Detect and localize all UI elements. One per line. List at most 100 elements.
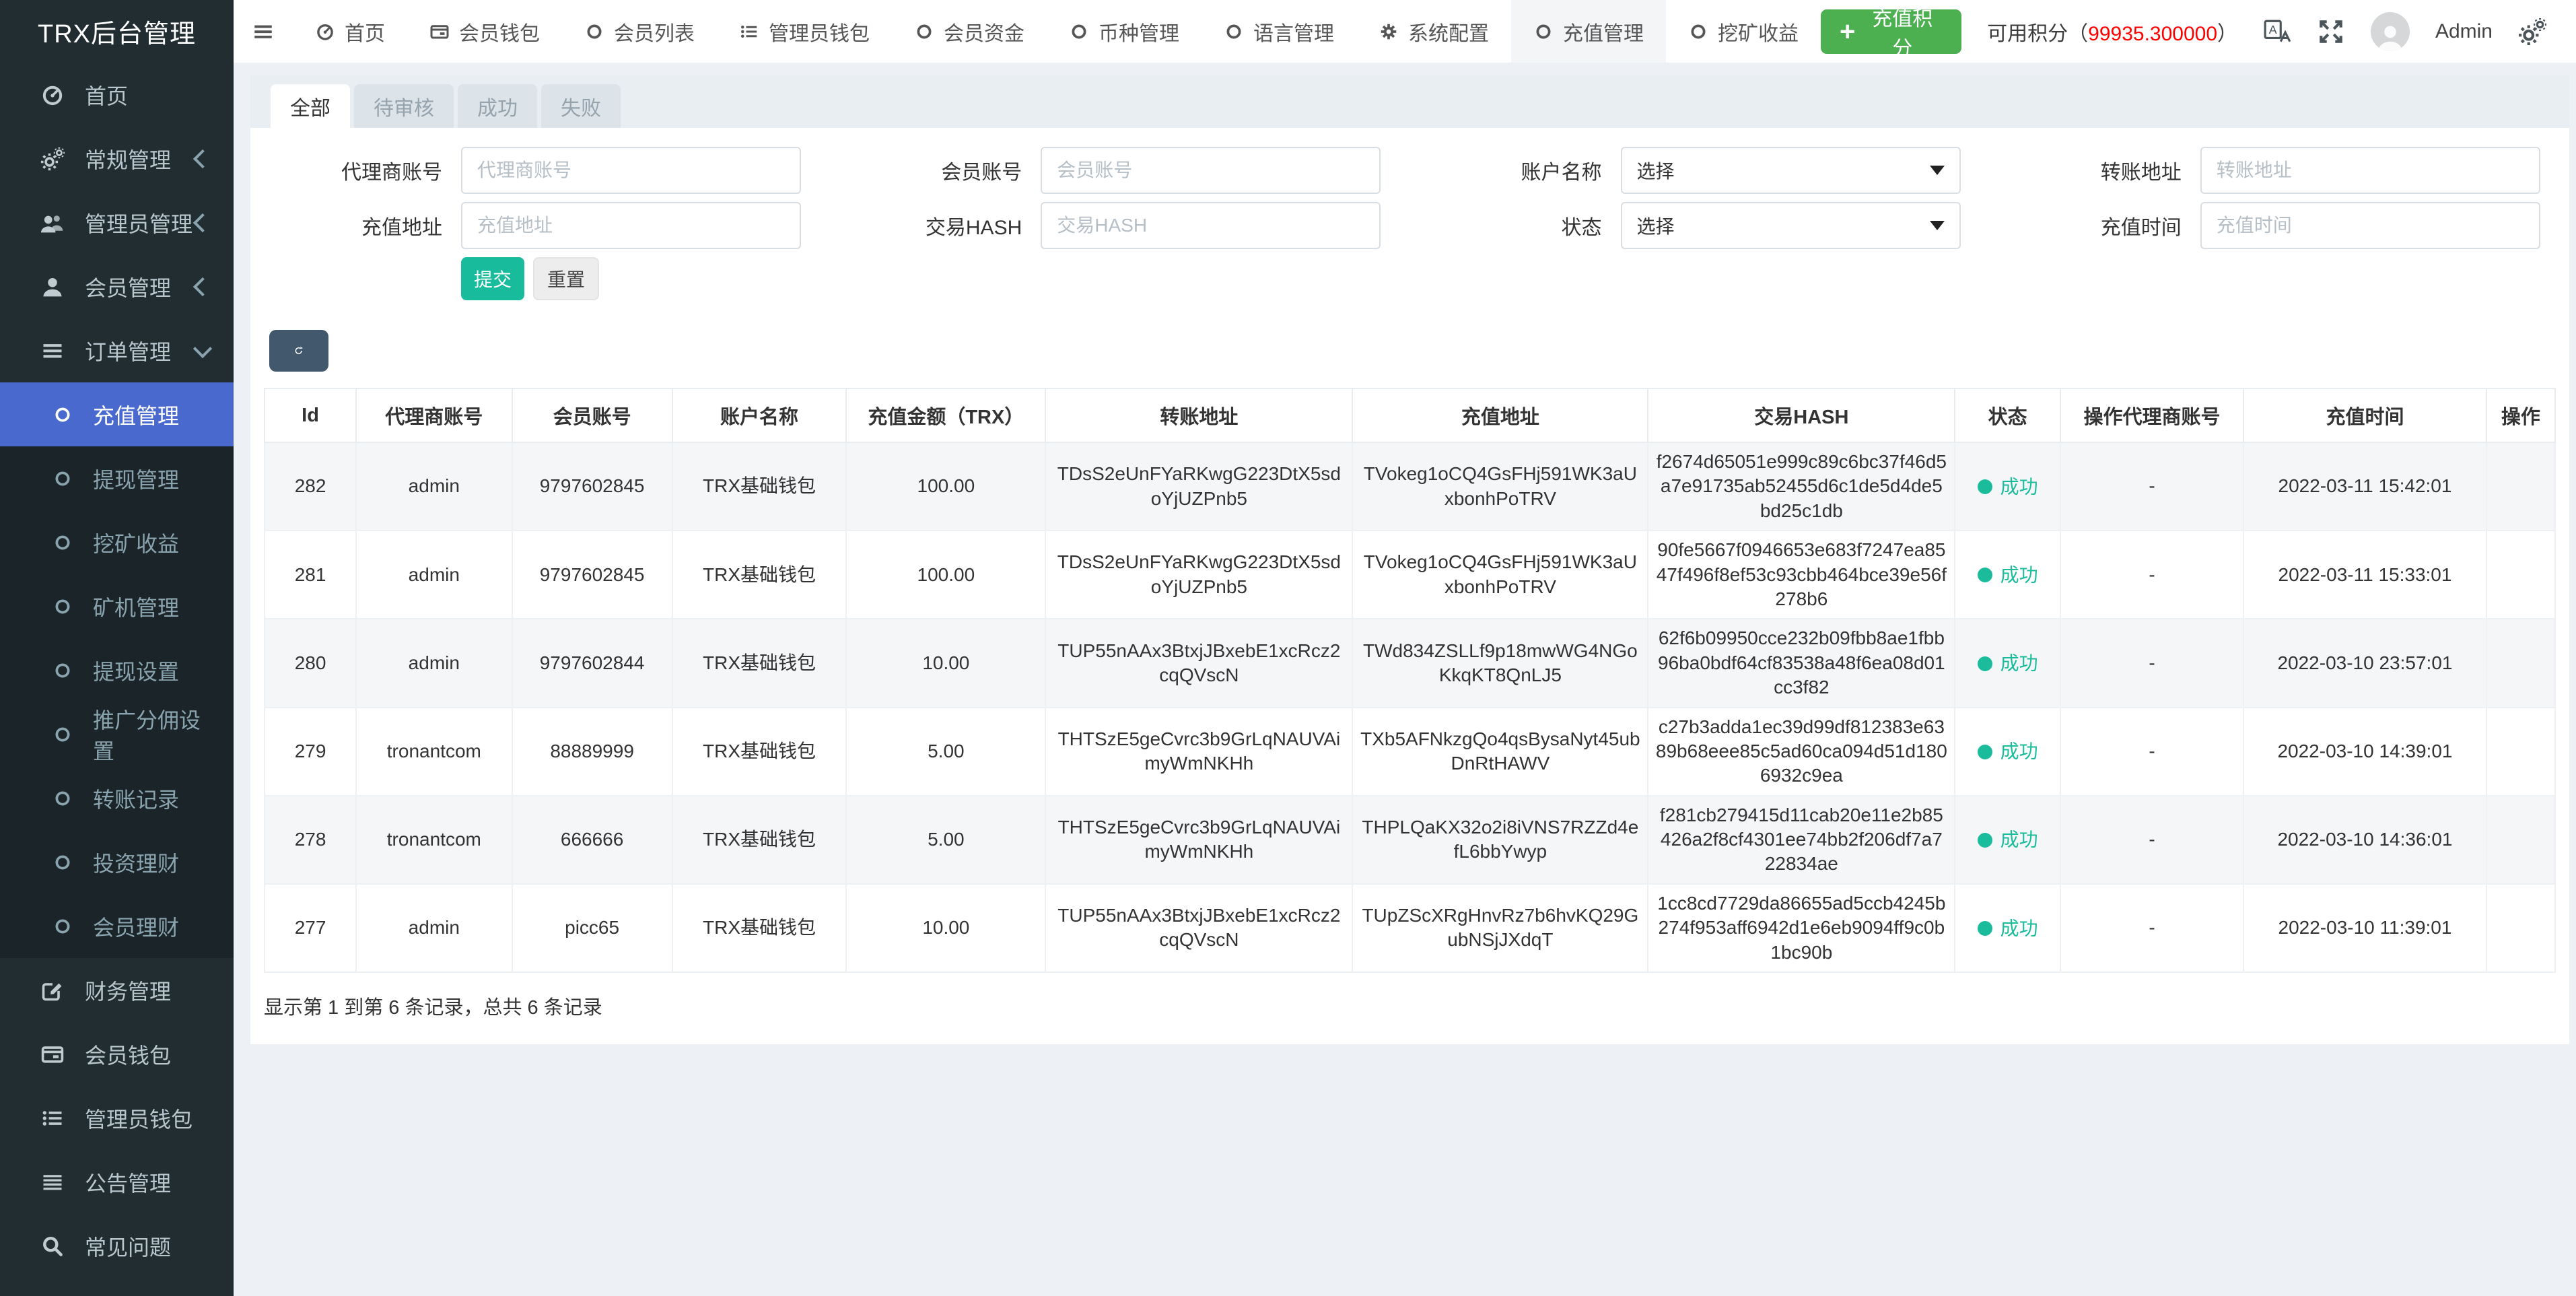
- sidebar-subitem[interactable]: 挖矿收益: [0, 510, 234, 574]
- sidebar-item-label: 管理员钱包: [85, 1103, 209, 1134]
- sidebar-subitem-label: 提现管理: [93, 463, 179, 494]
- topnav-item-label: 会员列表: [614, 17, 695, 46]
- refresh-icon: [294, 346, 303, 355]
- sidebar-subitem[interactable]: 转账记录: [0, 766, 234, 830]
- member-account-input[interactable]: [1041, 147, 1381, 194]
- sidebar-item[interactable]: 常见问题: [0, 1214, 234, 1278]
- topbar-right: + 充值积分 可用积分（99935.300000） A Admin: [1821, 9, 2576, 54]
- sidebar-subitem-label: 充值管理: [93, 399, 179, 430]
- topnav-item[interactable]: 会员资金: [892, 0, 1047, 63]
- sidebar-item[interactable]: 会员管理: [0, 254, 234, 318]
- language-icon[interactable]: A: [2263, 18, 2291, 46]
- tab-0[interactable]: 全部: [271, 84, 350, 128]
- sidebar-item[interactable]: 常规管理: [0, 127, 234, 191]
- cell-account: TRX基础钱包: [672, 531, 847, 619]
- cell-hash: 90fe5667f0946653e683f7247ea8547f496f8ef5…: [1648, 531, 1955, 619]
- filter-group-recharge-time: 充值时间: [1990, 202, 2569, 249]
- cell-agent: admin: [356, 442, 512, 531]
- tx-hash-input[interactable]: [1041, 202, 1381, 249]
- filter-group-agent: 代理商账号: [250, 147, 830, 194]
- topnav-item[interactable]: 会员列表: [562, 0, 717, 63]
- status-badge: 成功: [2000, 829, 2038, 850]
- points-value: 99935.300000: [2088, 23, 2217, 45]
- sidebar-subitem[interactable]: 矿机管理: [0, 574, 234, 638]
- cell-hash: f281cb279415d11cab20e11e2b85426a2f8cf430…: [1648, 796, 1955, 884]
- table-body: 282admin9797602845TRX基础钱包100.00TDsS2eUnF…: [265, 442, 2555, 972]
- topnav-item[interactable]: 充值管理: [1511, 0, 1666, 63]
- agent-account-input[interactable]: [461, 147, 801, 194]
- sidebar-item[interactable]: 财务管理: [0, 958, 234, 1022]
- cell-id: 282: [265, 442, 356, 531]
- circle-icon: [1688, 22, 1708, 42]
- sidebar-toggle-button[interactable]: [234, 0, 293, 63]
- cell-time: 2022-03-10 14:39:01: [2243, 708, 2486, 796]
- topnav-item[interactable]: 语言管理: [1202, 0, 1356, 63]
- cell-hash: 62f6b09950cce232b09fbb8ae1fbb96ba0bdf64c…: [1648, 619, 1955, 707]
- cell-action: [2486, 708, 2555, 796]
- cell-account: TRX基础钱包: [672, 796, 847, 884]
- sidebar-subitem-label: 提现设置: [93, 655, 179, 686]
- sidebar-subitem[interactable]: 提现管理: [0, 446, 234, 510]
- topnav-item[interactable]: 挖矿收益: [1666, 0, 1821, 63]
- topnav-item-label: 管理员钱包: [769, 17, 870, 46]
- sidebar-item[interactable]: 管理员管理: [0, 191, 234, 254]
- fullscreen-icon[interactable]: [2317, 18, 2345, 46]
- sidebar-subitem[interactable]: 推广分佣设置: [0, 702, 234, 766]
- topnav-item[interactable]: 会员钱包: [407, 0, 562, 63]
- submit-button[interactable]: 提交: [461, 257, 524, 300]
- sidebar-subitem[interactable]: 投资理财: [0, 830, 234, 894]
- cell-transfer_address: TDsS2eUnFYaRKwgG223DtX5sdoYjUZPnb5: [1045, 442, 1352, 531]
- tab-3[interactable]: 失败: [541, 84, 621, 128]
- tab-1[interactable]: 待审核: [354, 84, 454, 128]
- status-select-value: 选择: [1637, 212, 1675, 239]
- filter-group-hash: 交易HASH: [830, 202, 1409, 249]
- status-tabs: 全部待审核成功失败: [250, 75, 2569, 128]
- avatar[interactable]: [2371, 12, 2410, 51]
- refresh-button[interactable]: [269, 330, 328, 372]
- hamburger-icon: [252, 20, 275, 43]
- records-card: 全部待审核成功失败 代理商账号 会员账号: [250, 75, 2569, 1044]
- sidebar-item[interactable]: 会员钱包: [0, 1022, 234, 1086]
- status-label: 状态: [1410, 211, 1621, 240]
- transfer-address-input[interactable]: [2200, 147, 2540, 194]
- sidebar-subitem[interactable]: 充值管理: [0, 382, 234, 446]
- cell-action: [2486, 619, 2555, 707]
- table-row: 277adminpicc65TRX基础钱包10.00TUP55nAAx3Btxj…: [265, 884, 2555, 972]
- account-name-select[interactable]: 选择: [1621, 147, 1961, 194]
- circle-icon: [53, 596, 73, 617]
- cell-time: 2022-03-10 14:36:01: [2243, 796, 2486, 884]
- sidebar-submenu: 充值管理提现管理挖矿收益矿机管理提现设置推广分佣设置转账记录投资理财会员理财: [0, 382, 234, 958]
- sidebar-subitem[interactable]: 提现设置: [0, 638, 234, 702]
- status-select[interactable]: 选择: [1621, 202, 1961, 249]
- recharge-points-button[interactable]: + 充值积分: [1821, 9, 1961, 54]
- cell-amount: 5.00: [846, 796, 1045, 884]
- settings-gears-icon[interactable]: [2518, 18, 2546, 46]
- topnav-item[interactable]: 币种管理: [1047, 0, 1202, 63]
- cell-amount: 5.00: [846, 708, 1045, 796]
- listul-icon: [739, 22, 759, 42]
- recharge-time-input[interactable]: [2200, 202, 2540, 249]
- sidebar-item[interactable]: 首页: [0, 63, 234, 127]
- topnav-item[interactable]: 系统配置: [1356, 0, 1511, 63]
- reset-button[interactable]: 重置: [533, 257, 599, 300]
- users-icon: [38, 211, 67, 235]
- sidebar-subitem[interactable]: 会员理财: [0, 894, 234, 958]
- sidebar-item-label: 会员管理: [85, 271, 196, 302]
- topnav-item[interactable]: 首页: [293, 0, 407, 63]
- sidebar-item-label: 首页: [85, 79, 209, 110]
- sidebar-item[interactable]: 公告管理: [0, 1150, 234, 1214]
- column-header: 充值金额（TRX）: [846, 388, 1045, 442]
- sidebar-item[interactable]: ✈下载链接: [0, 1278, 234, 1296]
- filter-group-member: 会员账号: [830, 147, 1409, 194]
- cell-time: 2022-03-10 11:39:01: [2243, 884, 2486, 972]
- status-badge: 成功: [2000, 918, 2038, 939]
- admin-username[interactable]: Admin: [2435, 20, 2493, 43]
- cell-member: 9797602845: [512, 531, 672, 619]
- cell-recharge_address: TVokeg1oCQ4GsFHj591WK3aUxbonhPoTRV: [1352, 531, 1648, 619]
- tab-2[interactable]: 成功: [458, 84, 537, 128]
- sidebar-item[interactable]: 管理员钱包: [0, 1086, 234, 1150]
- recharge-address-input[interactable]: [461, 202, 801, 249]
- account-name-label: 账户名称: [1410, 156, 1621, 185]
- topnav-item[interactable]: 管理员钱包: [717, 0, 892, 63]
- sidebar-item[interactable]: 订单管理: [0, 318, 234, 382]
